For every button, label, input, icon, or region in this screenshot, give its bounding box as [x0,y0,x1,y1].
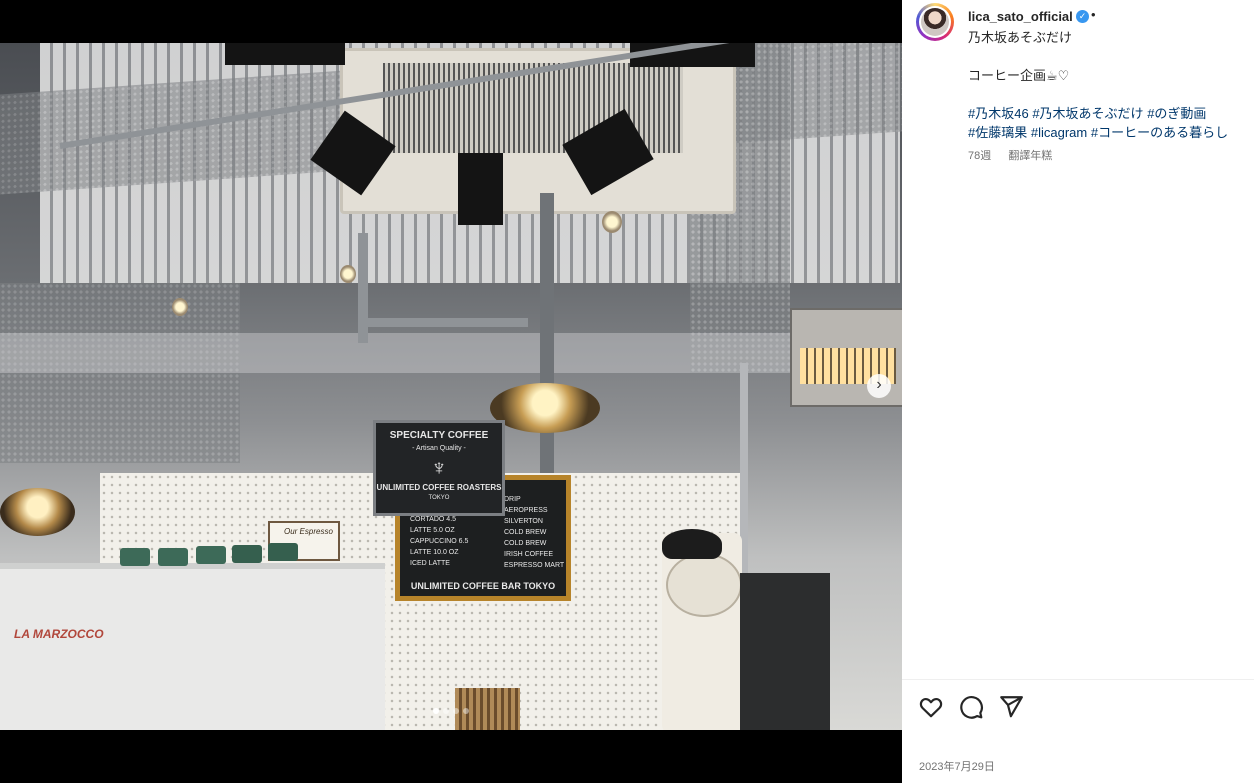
heart-icon[interactable] [918,694,944,720]
spot-light [602,211,622,233]
fan-blade [458,153,503,225]
hashtag-link[interactable]: #licagram [1031,125,1087,140]
carousel-dot[interactable] [443,708,449,714]
carousel-dot[interactable] [463,708,469,714]
next-arrow-button[interactable]: › [867,374,891,398]
send-icon[interactable] [998,694,1024,720]
post-date: 2023年7月29日 [919,761,995,773]
menu-item: DRIP [504,496,521,503]
spot-light [172,298,188,316]
menu-left-list: CORTADO 4.5 LATTE 5.0 OZ CAPPUCCINO 6.5 … [410,514,468,569]
espresso-machine: LA MARZOCCO [0,563,385,730]
ceiling-beam [0,333,902,373]
divider [902,679,1254,680]
menu-item: LATTE 10.0 OZ [410,549,459,556]
post-meta: 78週 翻譯年糕 [968,147,1066,163]
menu-item: AEROPRESS [504,507,548,514]
cup [158,548,188,566]
sign-subtitle: - Artisan Quality - [412,445,466,452]
hashtag-link[interactable]: #のぎ動画 [1147,106,1206,121]
cup [232,545,262,563]
menu-item: ESPRESSO MART [504,562,565,569]
cup [120,548,150,566]
carousel-dot[interactable] [433,708,439,714]
hashtag-link[interactable]: #佐藤璃果 [968,125,1027,140]
menu-item: SILVERTON [504,518,543,525]
post-media: CORTADO 4.5 LATTE 5.0 OZ CAPPUCCINO 6.5 … [0,0,902,783]
menu-right-list: DRIP AEROPRESS SILVERTON COLD BREW COLD … [504,494,564,571]
avatar[interactable] [916,3,954,41]
translate-link[interactable]: 翻譯年糕 [1008,150,1052,162]
antler-icon: ♆ [430,455,448,480]
sign-title: SPECIALTY COFFEE [389,430,489,441]
grinder-stand [740,573,830,730]
ceiling-insulation-left [0,283,240,463]
cup [268,543,298,561]
caption-body: コーヒー企画☕♡ [968,68,1070,83]
post-age: 78週 [968,150,992,162]
pipe [358,318,528,327]
separator: • [1091,7,1096,22]
menu-item: COLD BREW [504,529,547,536]
menu-item: ICED LATTE [410,560,450,567]
hashtag-link[interactable]: #コーヒーのある暮らし [1091,125,1228,140]
hashtag-link[interactable]: #乃木坂46 [968,106,1029,121]
carousel-dots [0,708,902,714]
menu-item: IRISH COFFEE [504,551,554,558]
spot-light [340,265,356,283]
machine-brand: LA MARZOCCO [14,627,104,641]
sign-footer: UNLIMITED COFFEE ROASTERS [376,483,502,492]
sign-city: TOKYO [428,495,450,501]
pendant-lamp [0,488,75,536]
menu-item: COLD BREW [504,540,547,547]
carousel-dot[interactable] [453,708,459,714]
menu-item: LATTE 5.0 OZ [410,527,455,534]
cup [196,546,226,564]
hashtag-link[interactable]: #乃木坂あそぶだけ [1032,106,1143,121]
caption-title: 乃木坂あそぶだけ [968,30,1073,45]
menu-board-footer: UNLIMITED COFFEE BAR TOKYO [410,581,556,591]
hashtag-line-2: #佐藤璃果 #licagram #コーヒーのある暮らし [968,122,1228,141]
verified-badge-icon: ✓ [1076,10,1089,23]
comment-icon[interactable] [958,694,984,720]
menu-item: CAPPUCCINO 6.5 [410,538,469,545]
profile-picture [921,8,949,36]
username-link[interactable]: lica_sato_official [968,9,1073,24]
specialty-coffee-sign: SPECIALTY COFFEE - Artisan Quality - ♆ U… [373,420,505,516]
post-sidebar: lica_sato_official ✓ • 乃木坂あそぶだけ コーヒー企画☕♡… [902,0,1254,783]
post-photo[interactable]: CORTADO 4.5 LATTE 5.0 OZ CAPPUCCINO 6.5 … [0,43,902,730]
chevron-right-icon: › [876,376,882,393]
hashtag-line-1: #乃木坂46 #乃木坂あそぶだけ #のぎ動画 [968,103,1206,122]
fan-blade [225,43,345,65]
coffee-grinder [662,529,742,730]
espresso-sign-text: Our Espresso [284,527,333,536]
pendant-lamp [490,383,600,433]
